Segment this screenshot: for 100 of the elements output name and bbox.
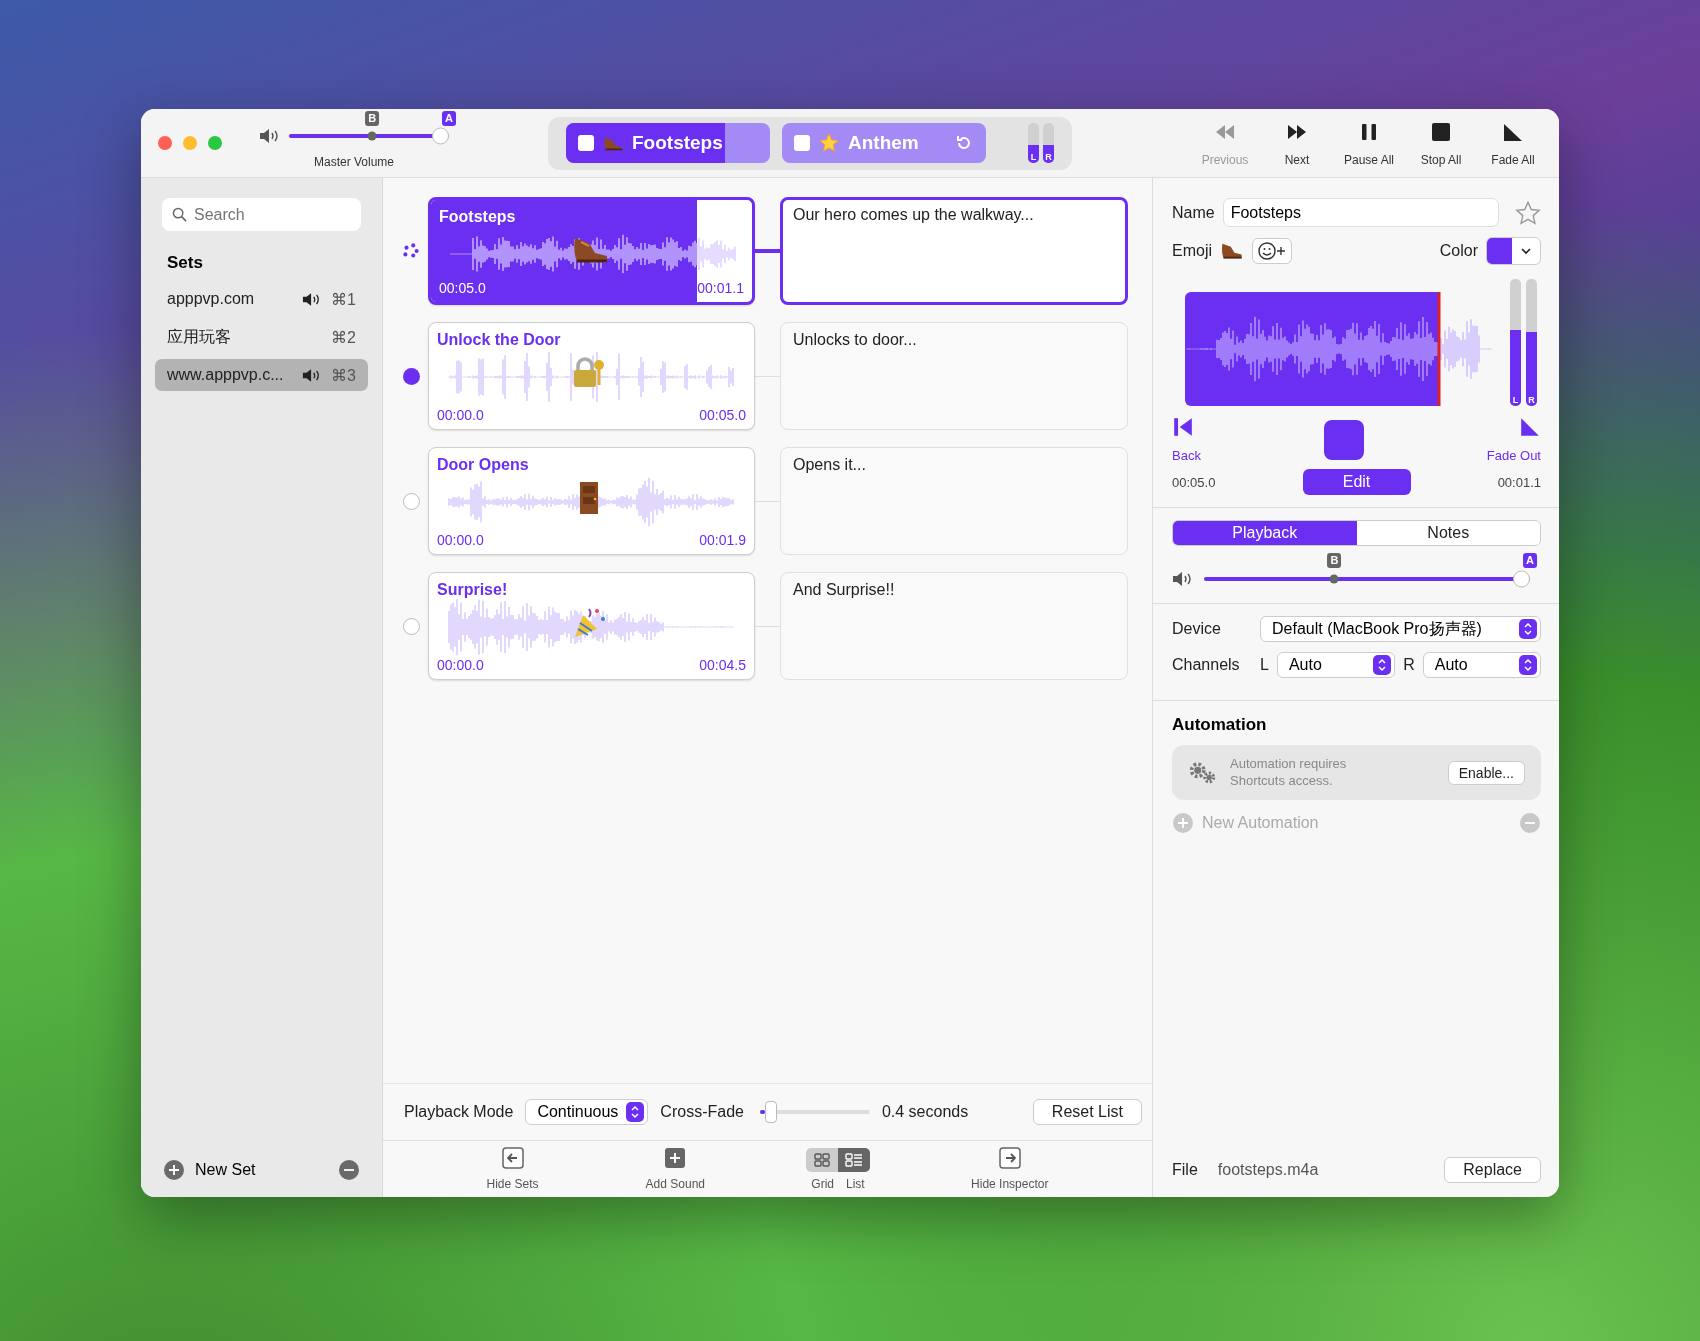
minimize-button[interactable] — [183, 136, 197, 150]
zoom-button[interactable] — [208, 136, 222, 150]
sound-title: Unlock the Door — [437, 331, 562, 349]
set-name: www.apppvp.c... — [167, 366, 285, 384]
set-item[interactable]: apppvp.com ⌘1 — [155, 283, 368, 315]
file-label: File — [1172, 1161, 1198, 1179]
section-heading: Sets — [167, 253, 204, 273]
channel-label: R — [1044, 152, 1053, 162]
playback-mode-label: Playback Mode — [404, 1103, 514, 1121]
plus-icon — [163, 1159, 185, 1181]
add-emoji-button[interactable] — [1252, 238, 1292, 264]
now-playing-title: Footsteps — [632, 132, 724, 154]
end-time: 00:01.9 — [699, 532, 746, 548]
toolbar-button[interactable]: Stop All — [1405, 115, 1477, 171]
checkbox[interactable] — [794, 135, 810, 151]
slider-marker[interactable]: A — [442, 110, 456, 126]
now-playing-tab[interactable]: Footsteps — [566, 123, 770, 163]
stop-button[interactable] — [1323, 419, 1364, 460]
cross-fade-slider[interactable] — [759, 1101, 870, 1123]
channel-label: L — [1511, 395, 1520, 405]
toolbar-button[interactable]: Pause All — [1333, 115, 1405, 171]
sound-card[interactable]: Door Opens 00:00.0 00:01.9 — [428, 447, 755, 555]
shortcut-label: ⌘2 — [330, 327, 356, 347]
sound-card[interactable]: Unlock the Door 00:00.0 00:05.0 — [428, 322, 755, 430]
replace-button[interactable]: Replace — [1444, 1157, 1541, 1183]
search-icon — [172, 207, 187, 222]
fade-out-button[interactable]: Fade Out — [1486, 416, 1541, 463]
channel-label: L — [1029, 152, 1038, 162]
checkbox[interactable] — [578, 135, 594, 151]
grid-view-button[interactable] — [806, 1147, 839, 1172]
plus-icon — [1172, 812, 1194, 834]
view-option-label: Grid — [811, 1176, 834, 1191]
set-name: apppvp.com — [167, 290, 256, 308]
marker-handle[interactable] — [367, 131, 377, 141]
empty-circle-icon — [402, 617, 420, 635]
filled-dot-icon — [402, 367, 420, 385]
search-field[interactable]: Search — [162, 198, 361, 231]
add-set-button[interactable] — [163, 1159, 185, 1181]
playhead[interactable] — [1437, 292, 1441, 406]
playback-mode-select[interactable]: Continuous — [525, 1099, 649, 1125]
fade-icon — [1519, 416, 1541, 438]
list-icon — [844, 1152, 865, 1167]
chevron-down-icon — [1520, 247, 1532, 255]
reset-list-button[interactable]: Reset List — [1032, 1099, 1142, 1125]
inspector-tab[interactable]: Notes — [1356, 521, 1540, 545]
set-item[interactable]: 应用玩客 ⌘2 — [155, 321, 368, 353]
notes-box[interactable]: And Surprise!! — [780, 572, 1128, 680]
master-volume-label: Master Volume — [313, 154, 394, 169]
inspector-tab[interactable]: Playback — [1173, 521, 1357, 545]
enable-button[interactable]: Enable... — [1447, 760, 1525, 785]
list-view-button[interactable] — [838, 1147, 871, 1172]
slider-marker[interactable]: A — [1523, 553, 1537, 568]
name-field[interactable]: Footsteps — [1222, 198, 1499, 227]
close-button[interactable] — [158, 136, 172, 150]
slider-thumb[interactable] — [432, 127, 449, 145]
sound-card[interactable]: Footsteps 00:05.0 00:01.1 — [428, 197, 755, 305]
end-time: 00:01.1 — [1497, 474, 1541, 490]
slider-marker[interactable]: B — [365, 110, 380, 126]
channels-label: Channels — [1172, 656, 1241, 674]
marker-handle[interactable] — [1329, 574, 1339, 583]
cross-fade-value: 0.4 seconds — [881, 1103, 969, 1121]
remove-set-button[interactable] — [338, 1159, 360, 1181]
slider-thumb[interactable] — [1513, 570, 1530, 587]
left-channel-label: L — [1260, 656, 1269, 674]
toolbar-button[interactable]: Next — [1261, 115, 1333, 171]
right-channel-select[interactable]: Auto — [1422, 652, 1541, 678]
now-playing-title: Anthem — [848, 132, 920, 154]
stepper-icon — [1519, 655, 1537, 675]
slider-marker[interactable]: B — [1327, 553, 1342, 568]
stepper-icon — [1373, 655, 1392, 675]
section-heading: Automation — [1172, 715, 1268, 735]
playing-indicator-icon — [402, 242, 420, 260]
device-select[interactable]: Default (MacBook Pro扬声器) — [1260, 616, 1541, 642]
back-button[interactable]: Back — [1172, 416, 1201, 463]
notes-box[interactable]: Opens it... — [780, 447, 1128, 555]
color-picker[interactable] — [1486, 237, 1541, 265]
toolbar-button[interactable]: Hide Inspector — [965, 1146, 1055, 1192]
start-time: 00:05.0 — [1172, 474, 1216, 490]
notes-box[interactable]: Unlocks to door... — [780, 322, 1128, 430]
sound-title: Door Opens — [437, 456, 530, 474]
end-time: 00:05.0 — [699, 407, 746, 423]
star-icon[interactable] — [1515, 199, 1541, 226]
left-channel-select[interactable]: Auto — [1276, 652, 1396, 678]
sparkle-star-icon — [818, 133, 840, 153]
smiley-plus-icon — [1257, 241, 1287, 261]
edit-button[interactable]: Edit — [1302, 469, 1411, 495]
end-time: 00:01.1 — [697, 280, 744, 296]
speaker-icon — [1172, 570, 1194, 587]
sound-card[interactable]: Surprise! 00:00.0 00:04.5 — [428, 572, 755, 680]
speaker-icon — [259, 128, 281, 144]
cross-fade-label: Cross-Fade — [660, 1103, 744, 1121]
name-label: Name — [1172, 203, 1215, 222]
file-name: footsteps.m4a — [1217, 1161, 1319, 1179]
toolbar-button[interactable]: Hide Sets — [480, 1146, 545, 1192]
arrow-right-box-icon — [998, 1147, 1021, 1169]
notes-box[interactable]: Our hero comes up the walkway... — [780, 197, 1128, 305]
toolbar-button[interactable]: Add Sound — [639, 1146, 711, 1192]
toolbar-button[interactable]: Fade All — [1477, 115, 1549, 171]
set-item[interactable]: www.apppvp.c... ⌘3 — [155, 359, 368, 391]
color-label: Color — [1439, 242, 1478, 260]
